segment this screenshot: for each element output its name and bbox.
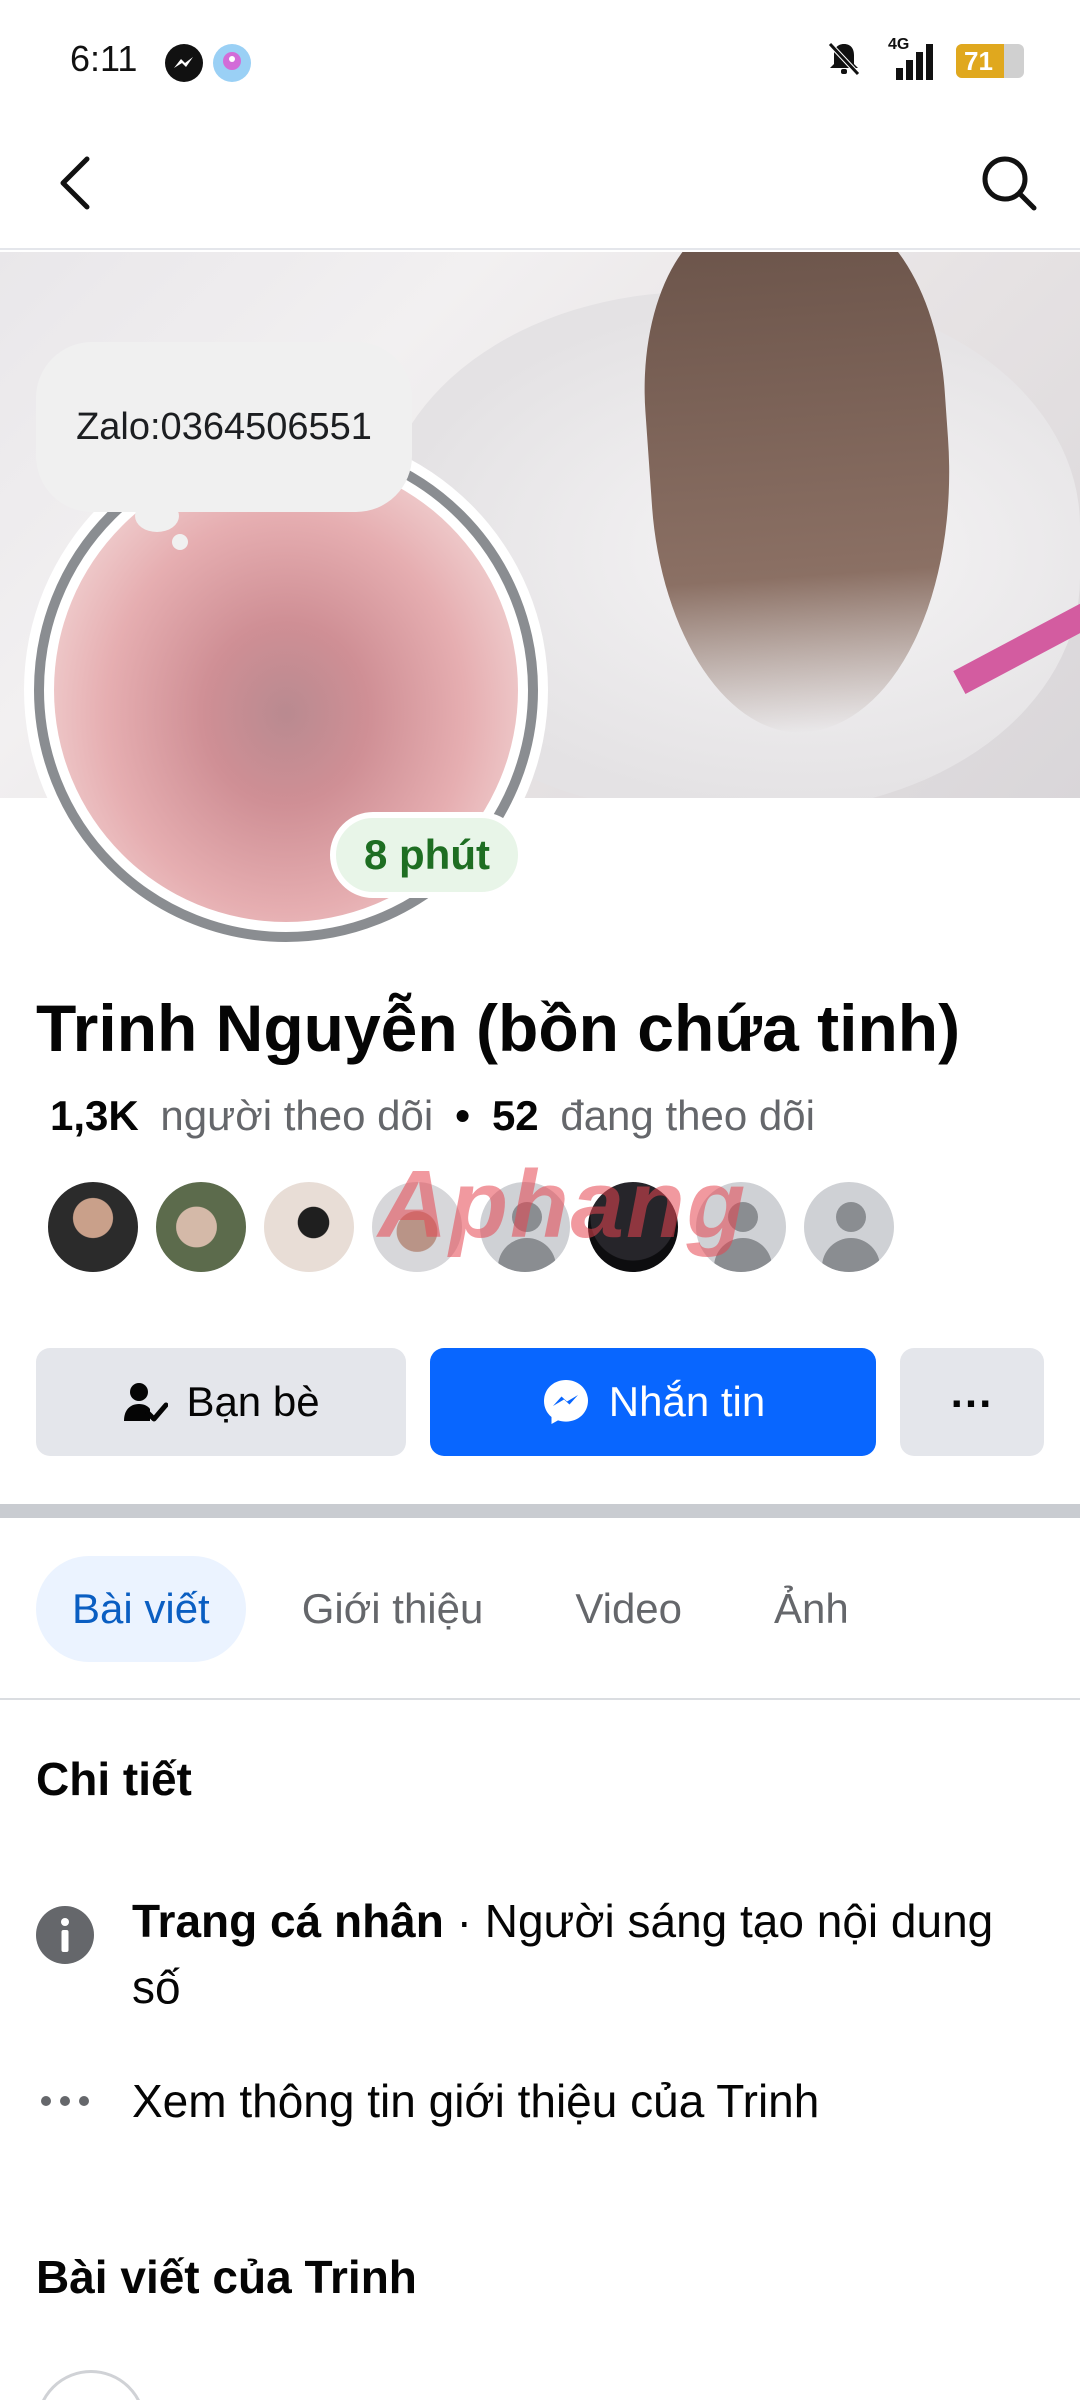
friend-avatar-default[interactable] xyxy=(694,1180,788,1274)
profile-note[interactable]: Zalo:0364506551 xyxy=(36,342,412,512)
profile-name: Trinh Nguyễn (bồn chứa tinh) xyxy=(36,991,961,1065)
profile-tabs: Bài viết Giới thiệu Video Ảnh xyxy=(36,1556,885,1662)
friend-check-icon xyxy=(124,1383,169,1422)
friend-avatar[interactable] xyxy=(154,1180,248,1274)
tabs-divider xyxy=(0,1698,1080,1700)
post-author-avatar[interactable] xyxy=(36,2370,146,2400)
signal-4g-icon: 4G xyxy=(882,36,938,82)
battery-level: 71 xyxy=(964,45,993,76)
search-button[interactable] xyxy=(974,148,1044,218)
info-icon xyxy=(36,1906,94,1964)
profile-type-bold: Trang cá nhân xyxy=(132,1895,444,1947)
back-button[interactable] xyxy=(40,148,110,218)
section-divider xyxy=(0,1504,1080,1518)
friend-avatar-default[interactable] xyxy=(802,1180,896,1274)
followers-link[interactable]: 1,3K người theo dõi xyxy=(50,1092,433,1140)
more-dots-icon xyxy=(36,2072,94,2130)
friends-button-label: Bạn bè xyxy=(186,1378,320,1425)
active-status-badge: 8 phút xyxy=(330,812,524,898)
profile-note-text: Zalo:0364506551 xyxy=(76,405,372,448)
status-time: 6:11 xyxy=(70,38,138,79)
more-options-icon: ... xyxy=(950,1368,994,1417)
search-icon xyxy=(982,156,1037,211)
mute-icon xyxy=(824,38,864,83)
follow-separator: • xyxy=(455,1092,470,1139)
posts-heading: Bài viết của Trinh xyxy=(36,2251,417,2303)
app-notification-icon xyxy=(213,44,251,82)
battery-indicator: 71 xyxy=(956,43,1024,78)
messenger-notification-icon xyxy=(165,44,203,82)
follow-stats: 1,3K người theo dõi • 52 đang theo dõi xyxy=(50,1092,815,1140)
following-label: đang theo dõi xyxy=(560,1092,815,1139)
profile-type-text: Trang cá nhân · Người sáng tạo nội dung … xyxy=(132,1888,1012,2020)
friend-avatar-default[interactable] xyxy=(478,1180,572,1274)
friend-avatar[interactable] xyxy=(586,1180,680,1274)
messenger-icon xyxy=(543,1380,588,1424)
followers-count: 1,3K xyxy=(50,1092,139,1139)
status-bar: 6:11 4G 71 xyxy=(0,0,1080,120)
tab-posts[interactable]: Bài viết xyxy=(36,1556,246,1662)
following-link[interactable]: 52 đang theo dõi xyxy=(492,1092,815,1140)
friends-avatar-row[interactable] xyxy=(46,1180,896,1274)
detail-profile-type: Trang cá nhân · Người sáng tạo nội dung … xyxy=(36,1888,1046,2020)
see-about-row[interactable]: Xem thông tin giới thiệu của Trinh xyxy=(36,2068,1046,2134)
friend-avatar[interactable] xyxy=(370,1180,464,1274)
friend-avatar[interactable] xyxy=(262,1180,356,1274)
top-navigation xyxy=(0,120,1080,250)
note-bubble-tail xyxy=(135,500,179,532)
chevron-left-icon xyxy=(60,156,90,210)
message-button[interactable]: Nhắn tin xyxy=(430,1348,876,1456)
tab-photos[interactable]: Ảnh xyxy=(738,1556,885,1662)
followers-label: người theo dõi xyxy=(160,1092,434,1139)
friend-avatar[interactable] xyxy=(46,1180,140,1274)
note-bubble-tail-small xyxy=(172,534,188,550)
see-about-text: Xem thông tin giới thiệu của Trinh xyxy=(132,2075,820,2127)
details-heading: Chi tiết xyxy=(36,1753,192,1805)
status-indicators: 4G 71 xyxy=(824,36,1024,83)
more-options-button[interactable]: ... xyxy=(900,1348,1044,1456)
following-count: 52 xyxy=(491,1092,539,1139)
tab-video[interactable]: Video xyxy=(539,1556,718,1662)
friends-button[interactable]: Bạn bè xyxy=(36,1348,406,1456)
tab-about[interactable]: Giới thiệu xyxy=(266,1556,520,1662)
active-status-text: 8 phút xyxy=(364,831,490,878)
message-button-label: Nhắn tin xyxy=(608,1378,766,1425)
